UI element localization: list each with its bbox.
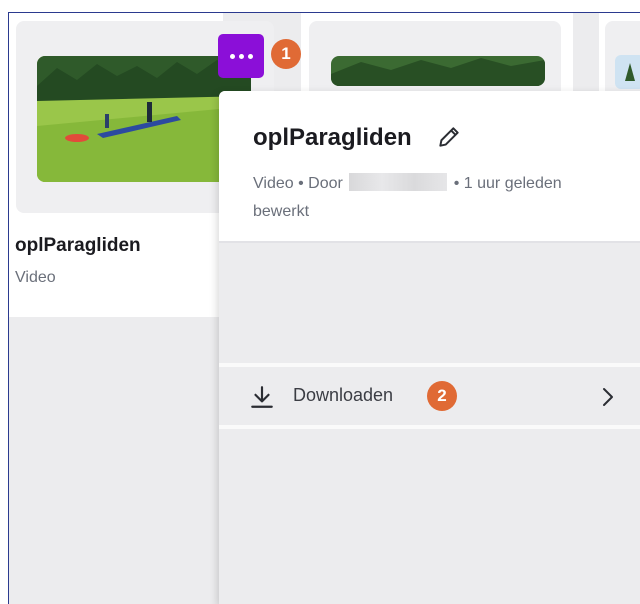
design-card[interactable]: oplParagliden Video (9, 13, 274, 317)
download-menu-item[interactable]: Downloaden 2 (219, 367, 640, 425)
landscape-image (331, 56, 545, 86)
meta-by: • Door (298, 175, 343, 192)
more-dots-icon (229, 53, 235, 59)
video-thumbnail-2[interactable] (331, 56, 545, 86)
card-subtitle: Video (15, 269, 56, 286)
context-menu-panel: oplParagliden Video • Door • 1 uur geled… (219, 91, 640, 604)
panel-header: oplParagliden Video • Door • 1 uur geled… (219, 91, 640, 243)
menu-divider (219, 425, 640, 429)
pencil-icon[interactable] (436, 124, 462, 150)
meta-type: Video (253, 175, 294, 192)
redacted-author (349, 173, 448, 191)
more-options-button[interactable] (218, 34, 264, 78)
more-dot (247, 53, 253, 59)
more-dot (238, 53, 244, 59)
download-label: Downloaden (293, 385, 394, 405)
menu-blank-area (219, 243, 640, 363)
partial-thumbnail (615, 55, 640, 89)
chevron-right-icon (603, 388, 613, 406)
card-title[interactable]: oplParagliden (15, 235, 141, 257)
step-badge-1: 1 (271, 39, 301, 69)
step-badge-2: 2 (427, 381, 457, 411)
panel-title: oplParagliden (253, 124, 412, 151)
workspace-frame: oplParagliden Video 1 oplParagliden Vide… (8, 12, 640, 604)
panel-meta: Video • Door • 1 uur geleden bewerkt (253, 170, 613, 226)
download-icon (251, 386, 273, 408)
